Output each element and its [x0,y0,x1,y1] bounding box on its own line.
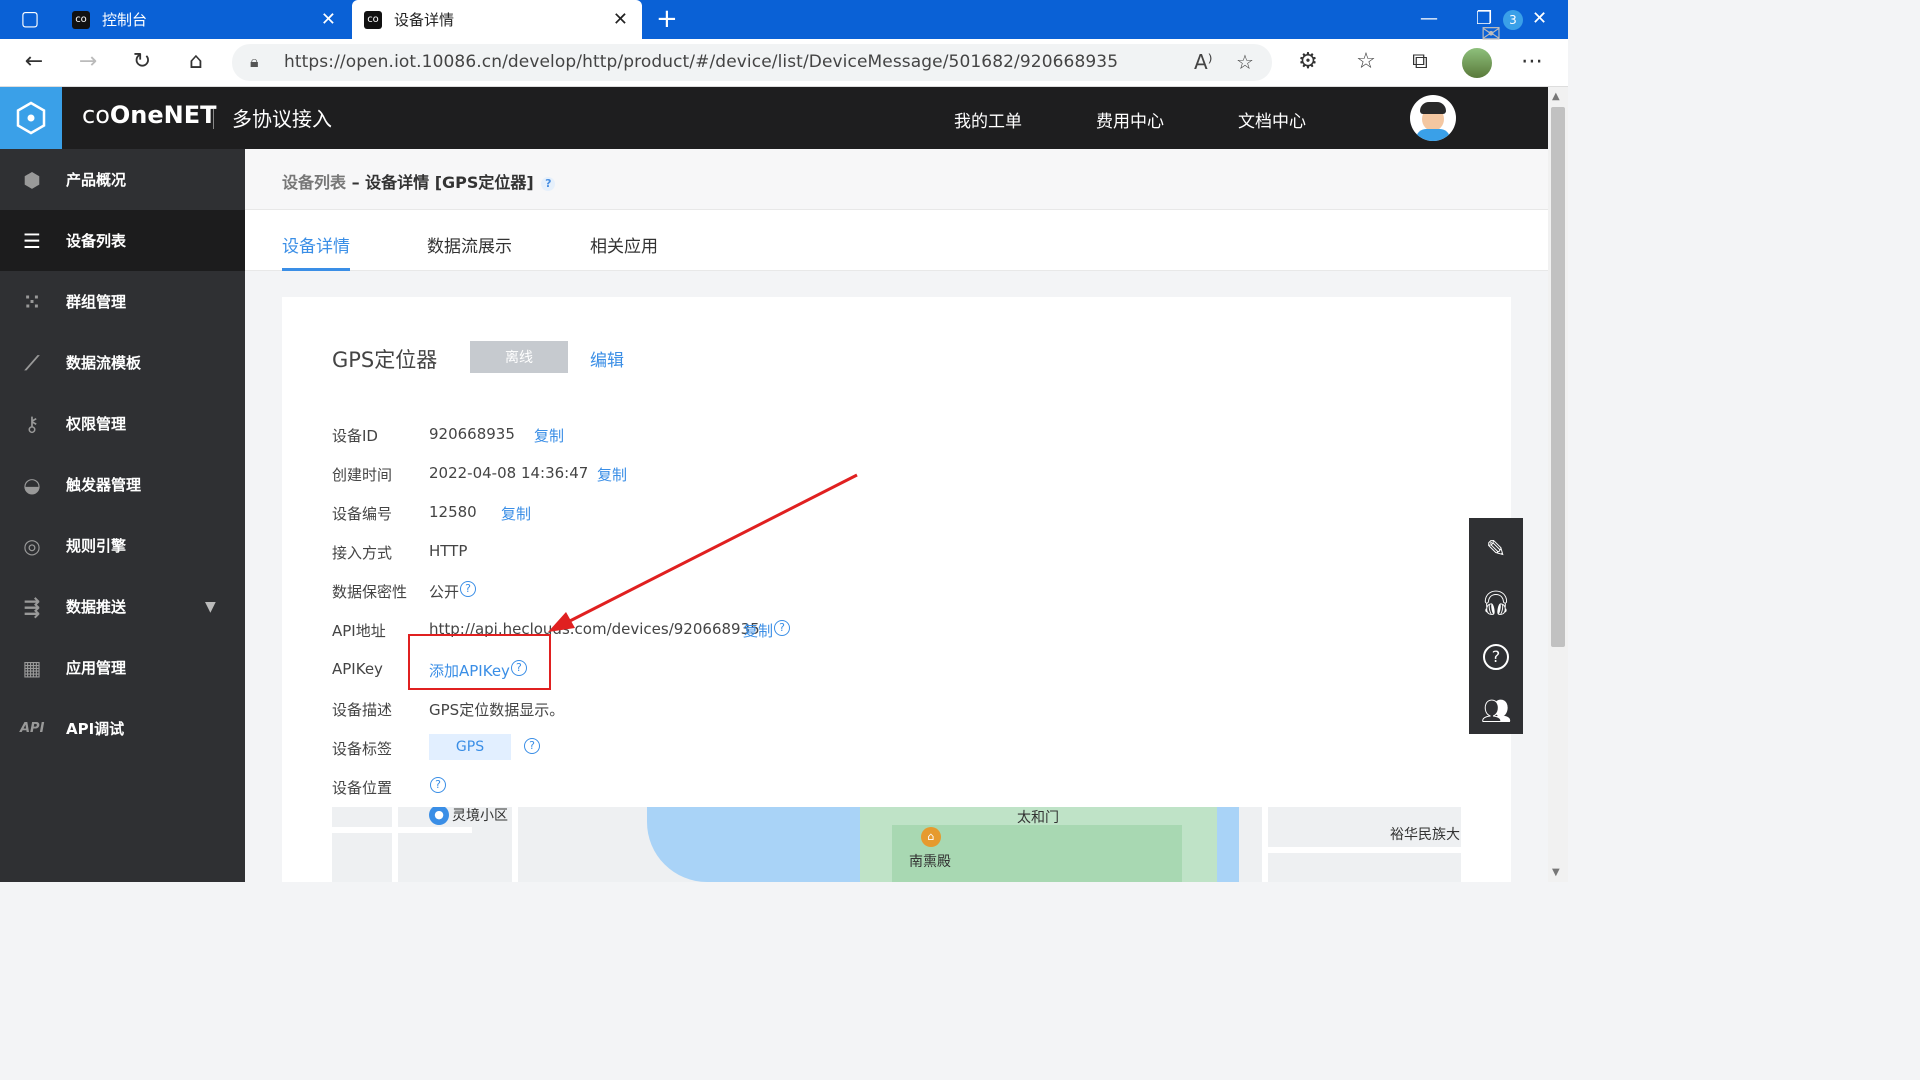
floating-toolbar: ✎ 🎧︎ ? 👥︎ [1469,518,1523,734]
annotation-arrow [548,473,858,632]
headset-icon[interactable]: 🎧︎ [1469,576,1523,630]
page-scrollbar[interactable]: ▲ ▼ [1548,87,1568,882]
scroll-up-icon[interactable]: ▲ [1552,91,1560,102]
users-icon[interactable]: 👥︎ [1469,684,1523,738]
scroll-thumb[interactable] [1551,107,1565,647]
scroll-down-icon[interactable]: ▼ [1552,867,1560,878]
help-icon[interactable]: ? [1469,630,1523,684]
edit-icon[interactable]: ✎ [1469,522,1523,576]
